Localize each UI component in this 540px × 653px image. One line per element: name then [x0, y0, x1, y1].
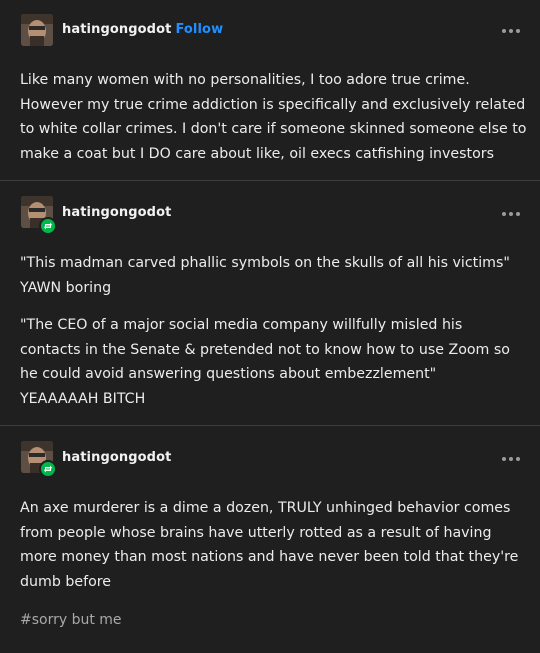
more-options-icon[interactable] — [500, 205, 522, 217]
username[interactable]: hatingongodot — [62, 450, 171, 465]
post-tag[interactable]: #sorry but me — [20, 612, 122, 628]
post-1: hatingongodot Follow Like many women with… — [0, 0, 540, 180]
post-body: Like many women with no personalities, I… — [20, 72, 527, 162]
more-options-icon[interactable] — [500, 450, 522, 462]
post-body-paragraph-1: "This madman carved phallic symbols on t… — [20, 255, 510, 296]
post-body-paragraph-2: "The CEO of a major social media company… — [20, 317, 510, 407]
post-2: hatingongodot "This madman carved phalli… — [0, 181, 540, 425]
username[interactable]: hatingongodot — [62, 205, 171, 220]
post-3: hatingongodot An axe murderer is a dime … — [0, 426, 540, 653]
username[interactable]: hatingongodot Follow — [62, 22, 223, 37]
reblog-icon — [39, 460, 57, 478]
post-body: An axe murderer is a dime a dozen, TRULY… — [20, 500, 519, 590]
follow-button[interactable]: Follow — [175, 22, 223, 37]
avatar[interactable] — [21, 14, 53, 46]
username-text[interactable]: hatingongodot — [62, 22, 171, 37]
more-options-icon[interactable] — [500, 22, 522, 34]
reblog-icon — [39, 217, 57, 235]
